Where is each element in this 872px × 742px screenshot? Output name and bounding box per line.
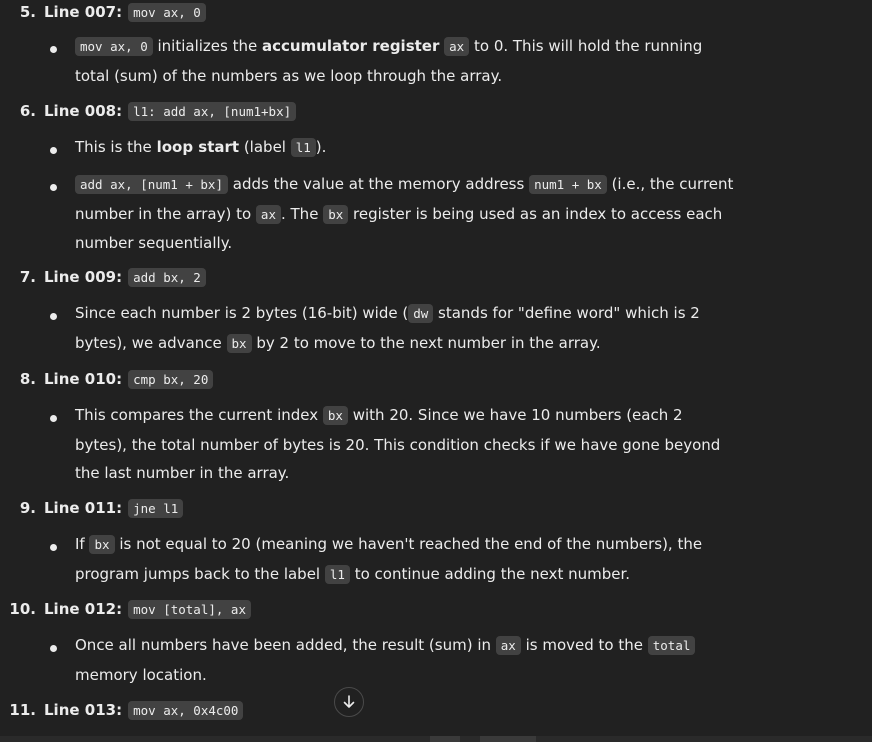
inline-code: add ax, [num1 + bx]	[75, 175, 228, 194]
inline-code: l1	[324, 564, 350, 584]
composer-edge-block	[430, 736, 460, 742]
bullet-text: This compares the current index bx with …	[75, 401, 735, 488]
text-segment: by 2 to move to the next number in the a…	[251, 333, 601, 352]
line-label: Line 011:	[44, 499, 123, 517]
list-item-heading: 7. Line 009: add bx, 2	[0, 265, 206, 289]
text-segment: adds the value at the memory address	[228, 175, 530, 193]
list-item-heading: 8. Line 010: cmp bx, 20	[0, 367, 214, 391]
bullet-dot	[50, 415, 57, 422]
bullet-dot	[50, 184, 57, 191]
inline-code: ax	[255, 204, 281, 224]
inline-code: add bx, 2	[128, 267, 206, 287]
list-item-heading: 6. Line 008: l1: add ax, [num1+bx]	[0, 99, 297, 123]
text-segment: memory location.	[75, 665, 207, 684]
bullet-dot	[50, 544, 57, 551]
line-label: Line 009:	[44, 268, 123, 286]
inline-code: mov ax, 0	[75, 37, 153, 56]
line-label: Line 008:	[44, 102, 123, 120]
text-segment: If	[75, 535, 90, 553]
arrow-down-icon	[343, 695, 355, 708]
text-segment: Since each number is 2 bytes (16-bit) wi…	[75, 304, 409, 322]
inline-code: cmp bx, 20	[128, 369, 214, 389]
bullet-text: If bx is not equal to 20 (meaning we hav…	[75, 530, 735, 589]
inline-code: mov [total], ax	[128, 599, 251, 619]
bullet-dot	[50, 645, 57, 652]
text-segment: to continue adding the next number.	[349, 564, 631, 583]
text-segment: is moved to the	[520, 636, 648, 654]
list-item-heading: 11. Line 013: mov ax, 0x4c00	[0, 698, 244, 722]
bullet-text: Since each number is 2 bytes (16-bit) wi…	[75, 299, 735, 358]
bullet-dot	[50, 313, 57, 320]
list-number: 8.	[19, 370, 36, 388]
line-label: Line 010:	[44, 370, 123, 388]
text-segment: This is the	[75, 138, 157, 156]
inline-code: num1 + bx	[529, 175, 607, 194]
text-segment: Once all numbers have been added, the re…	[75, 636, 496, 654]
text-segment: . The	[280, 204, 324, 223]
list-number: 9.	[19, 499, 36, 517]
inline-code: dw	[408, 304, 434, 323]
inline-code: ax	[444, 37, 470, 56]
text-segment: This compares the current index	[75, 406, 323, 424]
inline-code: total	[647, 636, 696, 655]
composer-edge-block	[480, 736, 536, 742]
bold-text: loop start	[156, 138, 240, 156]
list-number: 6.	[19, 102, 36, 120]
scroll-to-bottom-button[interactable]	[334, 687, 364, 717]
bullet-text: mov ax, 0 initializes the accumulator re…	[75, 32, 735, 90]
list-number: 10.	[9, 600, 36, 618]
text-segment: initializes the	[152, 37, 262, 55]
line-label: Line 012:	[44, 600, 123, 618]
bullet-dot	[50, 147, 57, 154]
composer-edge	[0, 736, 872, 742]
inline-code: bx	[89, 535, 115, 554]
text-segment: (label	[239, 138, 291, 156]
inline-code: mov ax, 0	[128, 2, 206, 22]
inline-code: bx	[226, 333, 252, 353]
line-label: Line 007:	[44, 3, 123, 21]
list-item-heading: 10. Line 012: mov [total], ax	[0, 597, 251, 621]
list-item-heading: 9. Line 011: jne l1	[0, 496, 184, 520]
inline-code: bx	[323, 204, 349, 224]
bullet-text: Once all numbers have been added, the re…	[75, 631, 735, 689]
list-number: 11.	[9, 701, 36, 719]
inline-code: ax	[495, 636, 521, 655]
bullet-dot	[50, 46, 57, 53]
inline-code: mov ax, 0x4c00	[128, 700, 244, 720]
inline-code: l1: add ax, [num1+bx]	[128, 101, 297, 121]
bold-text: accumulator register	[262, 37, 440, 55]
list-item-heading: 5. Line 007: mov ax, 0	[0, 0, 206, 24]
bullet-text: add ax, [num1 + bx] adds the value at th…	[75, 170, 735, 258]
inline-code: l1	[290, 138, 316, 157]
list-number: 5.	[19, 3, 36, 21]
inline-code: jne l1	[128, 498, 184, 518]
line-label: Line 013:	[44, 701, 123, 719]
text-segment: ).	[315, 138, 327, 156]
list-number: 7.	[19, 268, 36, 286]
inline-code: bx	[322, 406, 348, 425]
bullet-text: This is the loop start (label l1).	[75, 133, 735, 163]
